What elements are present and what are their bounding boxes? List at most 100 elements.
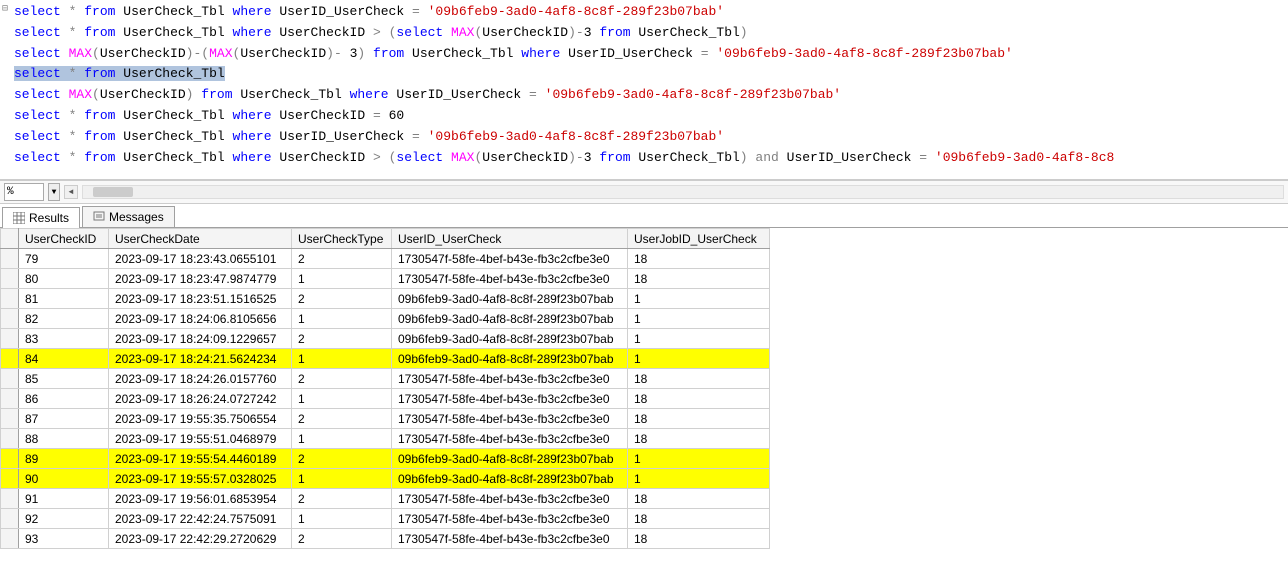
table-row[interactable]: 922023-09-17 22:42:24.757509111730547f-5…: [1, 509, 770, 529]
table-row[interactable]: 932023-09-17 22:42:29.272062921730547f-5…: [1, 529, 770, 549]
cell[interactable]: 2023-09-17 19:55:57.0328025: [109, 469, 292, 489]
code-line[interactable]: select MAX(UserCheckID)-(MAX(UserCheckID…: [2, 44, 1288, 65]
col-header-usercheckdate[interactable]: UserCheckDate: [109, 229, 292, 249]
code-line[interactable]: select * from UserCheck_Tbl where UserID…: [2, 2, 1288, 23]
cell[interactable]: 18: [628, 429, 770, 449]
cell[interactable]: 85: [19, 369, 109, 389]
table-row[interactable]: 802023-09-17 18:23:47.987477911730547f-5…: [1, 269, 770, 289]
cell[interactable]: 2023-09-17 19:55:54.4460189: [109, 449, 292, 469]
cell[interactable]: 92: [19, 509, 109, 529]
table-row[interactable]: 902023-09-17 19:55:57.0328025109b6feb9-3…: [1, 469, 770, 489]
cell[interactable]: 1730547f-58fe-4bef-b43e-fb3c2cfbe3e0: [392, 249, 628, 269]
cell[interactable]: 1: [292, 389, 392, 409]
cell[interactable]: 81: [19, 289, 109, 309]
row-header[interactable]: [1, 449, 19, 469]
cell[interactable]: 1730547f-58fe-4bef-b43e-fb3c2cfbe3e0: [392, 529, 628, 549]
cell[interactable]: 93: [19, 529, 109, 549]
cell[interactable]: 18: [628, 489, 770, 509]
tab-results[interactable]: Results: [2, 207, 80, 228]
cell[interactable]: 09b6feb9-3ad0-4af8-8c8f-289f23b07bab: [392, 349, 628, 369]
table-row[interactable]: 822023-09-17 18:24:06.8105656109b6feb9-3…: [1, 309, 770, 329]
cell[interactable]: 18: [628, 529, 770, 549]
cell[interactable]: 1: [628, 449, 770, 469]
cell[interactable]: 2023-09-17 18:24:21.5624234: [109, 349, 292, 369]
row-header[interactable]: [1, 369, 19, 389]
cell[interactable]: 1: [628, 349, 770, 369]
cell[interactable]: 1: [292, 269, 392, 289]
col-header-userid-usercheck[interactable]: UserID_UserCheck: [392, 229, 628, 249]
cell[interactable]: 2023-09-17 18:23:51.1516525: [109, 289, 292, 309]
cell[interactable]: 18: [628, 409, 770, 429]
cell[interactable]: 86: [19, 389, 109, 409]
cell[interactable]: 2023-09-17 18:24:09.1229657: [109, 329, 292, 349]
table-row[interactable]: 852023-09-17 18:24:26.015776021730547f-5…: [1, 369, 770, 389]
cell[interactable]: 1730547f-58fe-4bef-b43e-fb3c2cfbe3e0: [392, 269, 628, 289]
cell[interactable]: 18: [628, 389, 770, 409]
cell[interactable]: 1730547f-58fe-4bef-b43e-fb3c2cfbe3e0: [392, 429, 628, 449]
cell[interactable]: 1: [628, 289, 770, 309]
code-line[interactable]: select * from UserCheck_Tbl: [2, 64, 1288, 85]
row-header[interactable]: [1, 529, 19, 549]
table-row[interactable]: 882023-09-17 19:55:51.046897911730547f-5…: [1, 429, 770, 449]
cell[interactable]: 1: [628, 469, 770, 489]
table-row[interactable]: 872023-09-17 19:55:35.750655421730547f-5…: [1, 409, 770, 429]
cell[interactable]: 2023-09-17 18:26:24.0727242: [109, 389, 292, 409]
cell[interactable]: 2023-09-17 19:55:35.7506554: [109, 409, 292, 429]
cell[interactable]: 1: [292, 509, 392, 529]
row-header[interactable]: [1, 509, 19, 529]
cell[interactable]: 1: [628, 329, 770, 349]
cell[interactable]: 1: [292, 309, 392, 329]
table-row[interactable]: 832023-09-17 18:24:09.1229657209b6feb9-3…: [1, 329, 770, 349]
cell[interactable]: 1: [292, 469, 392, 489]
cell[interactable]: 2: [292, 489, 392, 509]
cell[interactable]: 2: [292, 329, 392, 349]
cell[interactable]: 1: [628, 309, 770, 329]
cell[interactable]: 18: [628, 509, 770, 529]
cell[interactable]: 90: [19, 469, 109, 489]
cell[interactable]: 89: [19, 449, 109, 469]
cell[interactable]: 09b6feb9-3ad0-4af8-8c8f-289f23b07bab: [392, 309, 628, 329]
code-line[interactable]: select * from UserCheck_Tbl where UserCh…: [2, 23, 1288, 44]
cell[interactable]: 84: [19, 349, 109, 369]
cell[interactable]: 1: [292, 429, 392, 449]
code-line[interactable]: select * from UserCheck_Tbl where UserCh…: [2, 148, 1288, 169]
cell[interactable]: 2: [292, 409, 392, 429]
cell[interactable]: 2023-09-17 19:55:51.0468979: [109, 429, 292, 449]
cell[interactable]: 2: [292, 289, 392, 309]
row-header[interactable]: [1, 329, 19, 349]
cell[interactable]: 2: [292, 369, 392, 389]
table-row[interactable]: 912023-09-17 19:56:01.685395421730547f-5…: [1, 489, 770, 509]
scrollbar-thumb[interactable]: [93, 187, 133, 197]
cell[interactable]: 1730547f-58fe-4bef-b43e-fb3c2cfbe3e0: [392, 509, 628, 529]
tab-messages[interactable]: Messages: [82, 206, 175, 227]
cell[interactable]: 91: [19, 489, 109, 509]
cell[interactable]: 09b6feb9-3ad0-4af8-8c8f-289f23b07bab: [392, 469, 628, 489]
cell[interactable]: 2023-09-17 18:23:43.0655101: [109, 249, 292, 269]
row-header[interactable]: [1, 309, 19, 329]
row-header[interactable]: [1, 469, 19, 489]
code-line[interactable]: select * from UserCheck_Tbl where UserID…: [2, 127, 1288, 148]
cell[interactable]: 09b6feb9-3ad0-4af8-8c8f-289f23b07bab: [392, 289, 628, 309]
row-header[interactable]: [1, 409, 19, 429]
cell[interactable]: 18: [628, 249, 770, 269]
code-line[interactable]: select MAX(UserCheckID) from UserCheck_T…: [2, 85, 1288, 106]
table-row[interactable]: 892023-09-17 19:55:54.4460189209b6feb9-3…: [1, 449, 770, 469]
table-row[interactable]: 812023-09-17 18:23:51.1516525209b6feb9-3…: [1, 289, 770, 309]
cell[interactable]: 80: [19, 269, 109, 289]
row-header[interactable]: [1, 249, 19, 269]
cell[interactable]: 87: [19, 409, 109, 429]
table-row[interactable]: 792023-09-17 18:23:43.065510121730547f-5…: [1, 249, 770, 269]
editor-horizontal-scrollbar[interactable]: [82, 185, 1284, 199]
cell[interactable]: 18: [628, 369, 770, 389]
cell[interactable]: 2023-09-17 18:24:06.8105656: [109, 309, 292, 329]
cell[interactable]: 18: [628, 269, 770, 289]
col-header-userchecktype[interactable]: UserCheckType: [292, 229, 392, 249]
cell[interactable]: 2023-09-17 22:42:29.2720629: [109, 529, 292, 549]
cell[interactable]: 1730547f-58fe-4bef-b43e-fb3c2cfbe3e0: [392, 489, 628, 509]
row-header[interactable]: [1, 389, 19, 409]
cell[interactable]: 1: [292, 349, 392, 369]
code-line[interactable]: select * from UserCheck_Tbl where UserCh…: [2, 106, 1288, 127]
table-row[interactable]: 842023-09-17 18:24:21.5624234109b6feb9-3…: [1, 349, 770, 369]
results-grid[interactable]: UserCheckID UserCheckDate UserCheckType …: [0, 228, 1288, 549]
cell[interactable]: 82: [19, 309, 109, 329]
